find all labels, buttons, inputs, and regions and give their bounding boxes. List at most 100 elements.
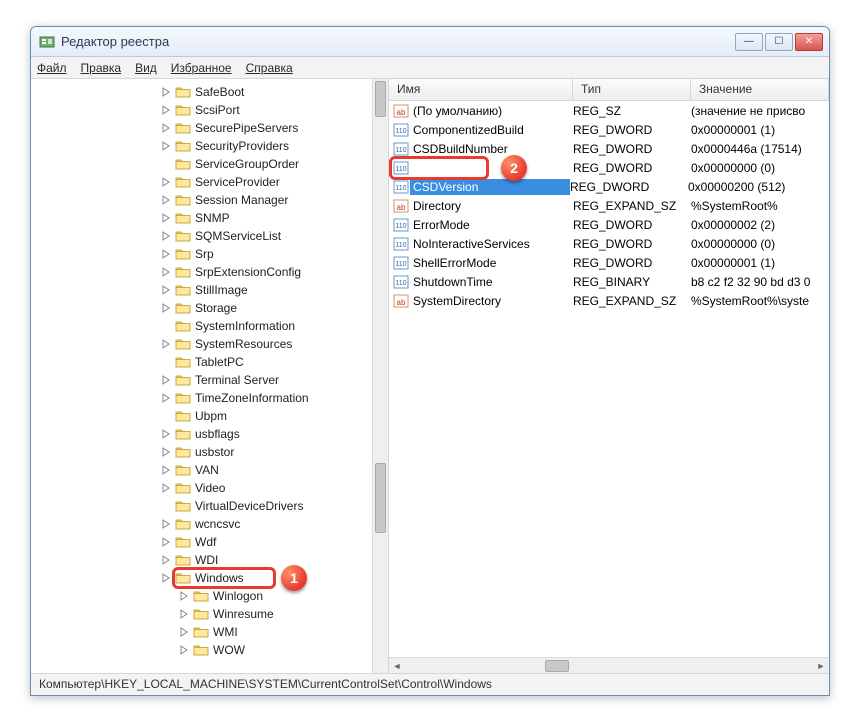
menu-help[interactable]: Справка	[246, 61, 293, 75]
tree-item[interactable]: VirtualDeviceDrivers	[31, 497, 372, 515]
expand-icon[interactable]	[161, 249, 171, 259]
tree-item[interactable]: usbflags	[31, 425, 372, 443]
value-row[interactable]: ab(По умолчанию)REG_SZ(значение не присв…	[389, 101, 829, 120]
scrollbar-thumb[interactable]	[375, 463, 386, 533]
scroll-right-icon[interactable]: ►	[813, 659, 829, 673]
tree-item[interactable]: SQMServiceList	[31, 227, 372, 245]
col-type[interactable]: Тип	[573, 79, 691, 100]
value-row[interactable]: abSystemDirectoryREG_EXPAND_SZ%SystemRoo…	[389, 291, 829, 310]
expand-icon[interactable]	[161, 501, 171, 511]
value-data: %SystemRoot%\syste	[691, 294, 829, 308]
scrollbar-thumb[interactable]	[545, 660, 569, 672]
value-row[interactable]: 110ShutdownTimeREG_BINARYb8 c2 f2 32 90 …	[389, 272, 829, 291]
tree-item[interactable]: usbstor	[31, 443, 372, 461]
tree-item[interactable]: Ubpm	[31, 407, 372, 425]
expand-icon[interactable]	[161, 573, 171, 583]
expand-icon[interactable]	[161, 177, 171, 187]
tree-item[interactable]: Session Manager	[31, 191, 372, 209]
minimize-button[interactable]: —	[735, 33, 763, 51]
value-row[interactable]: 110REG_DWORD0x00000000 (0)	[389, 158, 829, 177]
tree-scrollbar[interactable]	[372, 79, 388, 673]
tree-item[interactable]: SecurityProviders	[31, 137, 372, 155]
expand-icon[interactable]	[161, 141, 171, 151]
value-row[interactable]: 110NoInteractiveServicesREG_DWORD0x00000…	[389, 234, 829, 253]
maximize-button[interactable]: ☐	[765, 33, 793, 51]
expand-icon[interactable]	[161, 465, 171, 475]
expand-icon[interactable]	[161, 357, 171, 367]
expand-icon[interactable]	[161, 411, 171, 421]
expand-icon[interactable]	[179, 627, 189, 637]
close-button[interactable]: ✕	[795, 33, 823, 51]
tree-item[interactable]: Wdf	[31, 533, 372, 551]
tree-item[interactable]: SrpExtensionConfig	[31, 263, 372, 281]
tree-item[interactable]: Srp	[31, 245, 372, 263]
expand-icon[interactable]	[161, 339, 171, 349]
tree-item[interactable]: TimeZoneInformation	[31, 389, 372, 407]
expand-icon[interactable]	[161, 87, 171, 97]
scrollbar-thumb[interactable]	[375, 81, 386, 117]
tree-item[interactable]: SNMP	[31, 209, 372, 227]
tree-item[interactable]: WOW	[31, 641, 372, 659]
expand-icon[interactable]	[161, 447, 171, 457]
value-row[interactable]: abDirectoryREG_EXPAND_SZ%SystemRoot%	[389, 196, 829, 215]
expand-icon[interactable]	[161, 375, 171, 385]
expand-icon[interactable]	[179, 645, 189, 655]
tree-item[interactable]: SystemResources	[31, 335, 372, 353]
menu-view[interactable]: Вид	[135, 61, 157, 75]
expand-icon[interactable]	[161, 537, 171, 547]
tree-item[interactable]: VAN	[31, 461, 372, 479]
scroll-left-icon[interactable]: ◄	[389, 659, 405, 673]
expand-icon[interactable]	[161, 393, 171, 403]
value-row[interactable]: 110CSDBuildNumberREG_DWORD0x0000446a (17…	[389, 139, 829, 158]
tree-item[interactable]: ServiceGroupOrder	[31, 155, 372, 173]
value-row[interactable]: 110ErrorModeREG_DWORD0x00000002 (2)	[389, 215, 829, 234]
menu-file[interactable]: Файл	[37, 61, 67, 75]
tree-item[interactable]: SecurePipeServers	[31, 119, 372, 137]
tree-item[interactable]: wcncsvc	[31, 515, 372, 533]
expand-icon[interactable]	[161, 483, 171, 493]
registry-tree[interactable]: SafeBootScsiPortSecurePipeServersSecurit…	[31, 79, 372, 663]
col-name[interactable]: Имя	[389, 79, 573, 100]
folder-icon	[175, 265, 191, 279]
tree-item[interactable]: ServiceProvider	[31, 173, 372, 191]
tree-item[interactable]: Video	[31, 479, 372, 497]
expand-icon[interactable]	[179, 609, 189, 619]
menu-favorites[interactable]: Избранное	[171, 61, 232, 75]
expand-icon[interactable]	[161, 213, 171, 223]
titlebar[interactable]: Редактор реестра — ☐ ✕	[31, 27, 829, 57]
tree-item[interactable]: StillImage	[31, 281, 372, 299]
folder-icon	[175, 139, 191, 153]
col-value[interactable]: Значение	[691, 79, 829, 100]
horizontal-scrollbar[interactable]: ◄ ►	[389, 657, 829, 673]
tree-item[interactable]: Terminal Server	[31, 371, 372, 389]
tree-item[interactable]: WDI	[31, 551, 372, 569]
tree-item[interactable]: Storage	[31, 299, 372, 317]
tree-item[interactable]: WMI	[31, 623, 372, 641]
value-data: 0x00000000 (0)	[691, 237, 829, 251]
expand-icon[interactable]	[179, 591, 189, 601]
tree-item[interactable]: TabletPC	[31, 353, 372, 371]
expand-icon[interactable]	[161, 123, 171, 133]
tree-item[interactable]: SafeBoot	[31, 83, 372, 101]
expand-icon[interactable]	[161, 519, 171, 529]
expand-icon[interactable]	[161, 231, 171, 241]
tree-item[interactable]: SystemInformation	[31, 317, 372, 335]
expand-icon[interactable]	[161, 285, 171, 295]
tree-item[interactable]: ScsiPort	[31, 101, 372, 119]
expand-icon[interactable]	[161, 267, 171, 277]
expand-icon[interactable]	[161, 303, 171, 313]
tree-item[interactable]: Winresume	[31, 605, 372, 623]
value-row[interactable]: 110CSDVersionREG_DWORD0x00000200 (512)	[389, 177, 829, 196]
value-row[interactable]: 110ShellErrorModeREG_DWORD0x00000001 (1)	[389, 253, 829, 272]
tree-item[interactable]: Winlogon	[31, 587, 372, 605]
menu-edit[interactable]: Правка	[81, 61, 122, 75]
expand-icon[interactable]	[161, 555, 171, 565]
expand-icon[interactable]	[161, 105, 171, 115]
tree-item[interactable]: Windows	[31, 569, 372, 587]
expand-icon[interactable]	[161, 321, 171, 331]
expand-icon[interactable]	[161, 429, 171, 439]
value-row[interactable]: 110ComponentizedBuildREG_DWORD0x00000001…	[389, 120, 829, 139]
expand-icon[interactable]	[161, 195, 171, 205]
values-list[interactable]: ab(По умолчанию)REG_SZ(значение не присв…	[389, 101, 829, 310]
expand-icon[interactable]	[161, 159, 171, 169]
